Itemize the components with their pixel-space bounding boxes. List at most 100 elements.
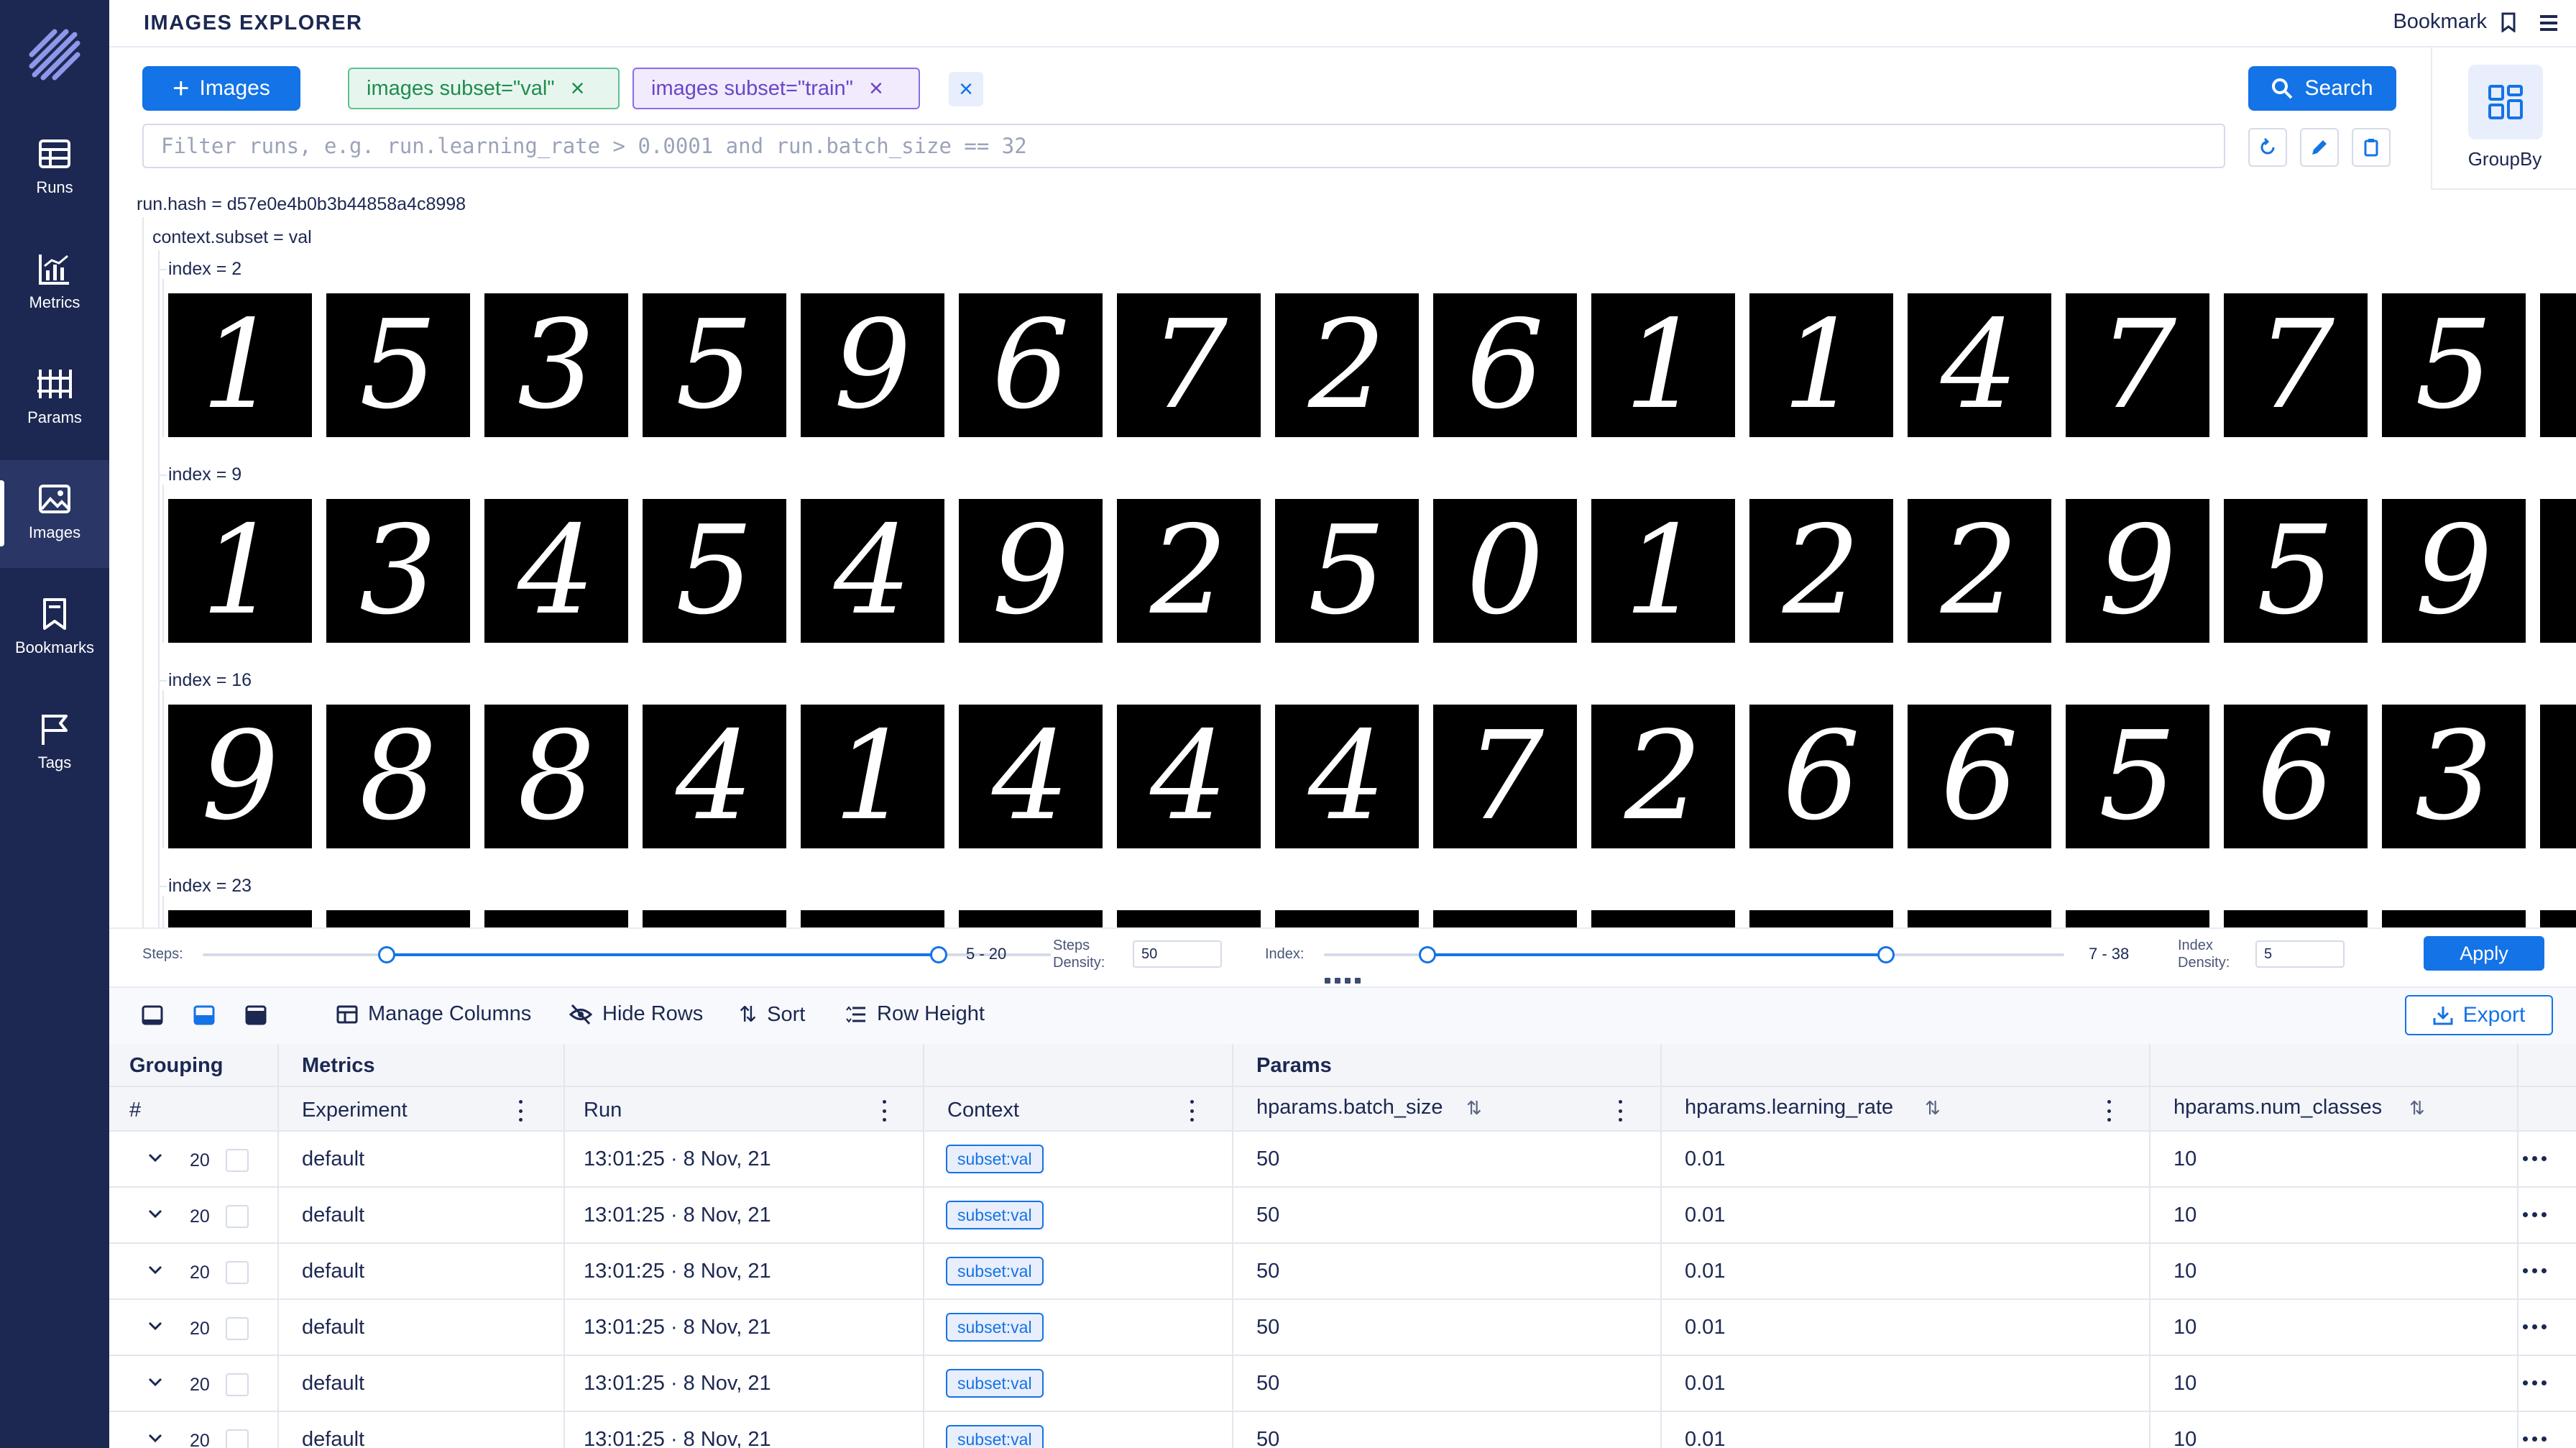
- image-thumbnail[interactable]: 2: [1275, 293, 1419, 437]
- steps-density-input[interactable]: [1133, 940, 1222, 968]
- image-thumbnail[interactable]: [2540, 910, 2576, 927]
- run-cell[interactable]: 13:01:25 · 8 Nov, 21: [584, 1204, 771, 1227]
- groupby-button[interactable]: [2468, 65, 2543, 139]
- query-chip-train[interactable]: images subset="train" ×: [632, 68, 920, 109]
- menu-icon[interactable]: [2536, 10, 2562, 36]
- sidebar-item-runs[interactable]: Runs: [0, 115, 109, 223]
- hide-rows-button[interactable]: Hide Rows: [569, 1002, 703, 1026]
- index-density-input[interactable]: [2255, 940, 2345, 968]
- run-cell[interactable]: 13:01:25 · 8 Nov, 21: [584, 1372, 771, 1396]
- image-thumbnail[interactable]: 1: [1591, 293, 1735, 437]
- image-thumbnail[interactable]: 4: [1117, 705, 1261, 848]
- table-row[interactable]: 20 default 13:01:25 · 8 Nov, 21 subset:val 5…: [109, 1412, 2576, 1448]
- image-thumbnail[interactable]: [1433, 910, 1577, 927]
- steps-slider[interactable]: [203, 946, 1051, 963]
- add-images-button[interactable]: + Images: [142, 66, 300, 111]
- col-num-classes-header[interactable]: hparams.num_classes: [2174, 1096, 2382, 1119]
- row-actions-icon[interactable]: [2523, 1212, 2547, 1217]
- image-thumbnail[interactable]: 7: [2066, 293, 2209, 437]
- steps-slider-max-thumb[interactable]: [930, 946, 947, 963]
- sidebar-item-tags[interactable]: Tags: [0, 690, 109, 798]
- image-thumbnail[interactable]: 5: [326, 293, 470, 437]
- col-index-header[interactable]: #: [129, 1099, 141, 1122]
- column-menu-icon[interactable]: [1189, 1100, 1195, 1122]
- image-thumbnail[interactable]: 0: [1433, 499, 1577, 643]
- image-thumbnail[interactable]: [2540, 499, 2576, 643]
- panel-minimize-icon[interactable]: [141, 1004, 164, 1027]
- image-thumbnail[interactable]: [2540, 705, 2576, 848]
- image-thumbnail[interactable]: [2224, 910, 2368, 927]
- sidebar-item-images[interactable]: Images: [0, 460, 109, 568]
- image-thumbnail[interactable]: 9: [801, 293, 944, 437]
- run-cell[interactable]: 13:01:25 · 8 Nov, 21: [584, 1260, 771, 1283]
- image-thumbnail[interactable]: [959, 910, 1103, 927]
- image-thumbnail[interactable]: 9: [2066, 499, 2209, 643]
- image-thumbnail[interactable]: 6: [1749, 705, 1893, 848]
- col-experiment-header[interactable]: Experiment: [302, 1099, 408, 1122]
- col-learning-rate-header[interactable]: hparams.learning_rate: [1685, 1096, 1893, 1119]
- image-thumbnail[interactable]: 5: [2382, 293, 2526, 437]
- image-thumbnail[interactable]: 3: [484, 293, 628, 437]
- run-cell[interactable]: 13:01:25 · 8 Nov, 21: [584, 1316, 771, 1339]
- manage-columns-button[interactable]: Manage Columns: [336, 1002, 531, 1026]
- sort-icon[interactable]: ⇅: [1466, 1097, 1482, 1119]
- row-checkbox[interactable]: [226, 1205, 249, 1228]
- sidebar-item-bookmarks[interactable]: Bookmarks: [0, 575, 109, 683]
- image-thumbnail[interactable]: 5: [2066, 705, 2209, 848]
- chevron-down-icon[interactable]: [145, 1147, 165, 1168]
- image-thumbnail[interactable]: 6: [1908, 705, 2051, 848]
- apply-button[interactable]: Apply: [2424, 936, 2544, 971]
- reset-query-button[interactable]: [2248, 128, 2287, 167]
- image-thumbnail[interactable]: [801, 910, 944, 927]
- image-thumbnail[interactable]: 7: [1433, 705, 1577, 848]
- image-thumbnail[interactable]: [1275, 910, 1419, 927]
- image-thumbnail[interactable]: 7: [2224, 293, 2368, 437]
- image-thumbnail[interactable]: 1: [168, 293, 312, 437]
- row-checkbox[interactable]: [226, 1149, 249, 1172]
- image-thumbnail[interactable]: 1: [168, 499, 312, 643]
- image-thumbnail[interactable]: 6: [2224, 705, 2368, 848]
- row-actions-icon[interactable]: [2523, 1380, 2547, 1385]
- image-thumbnail[interactable]: 5: [1275, 499, 1419, 643]
- chevron-down-icon[interactable]: [145, 1428, 165, 1448]
- index-slider[interactable]: [1324, 946, 2064, 963]
- image-thumbnail[interactable]: 5: [643, 293, 786, 437]
- close-icon[interactable]: ×: [571, 76, 585, 101]
- image-thumbnail[interactable]: 5: [2224, 499, 2368, 643]
- row-checkbox[interactable]: [226, 1429, 249, 1448]
- image-thumbnail[interactable]: 2: [1591, 705, 1735, 848]
- col-run-header[interactable]: Run: [584, 1099, 622, 1122]
- image-thumbnail[interactable]: 2: [1908, 499, 2051, 643]
- steps-slider-min-thumb[interactable]: [378, 946, 395, 963]
- image-thumbnail[interactable]: 4: [959, 705, 1103, 848]
- row-actions-icon[interactable]: [2523, 1324, 2547, 1329]
- bookmark-button[interactable]: Bookmark: [2393, 10, 2518, 34]
- column-menu-icon[interactable]: [518, 1100, 523, 1122]
- image-thumbnail[interactable]: 4: [1275, 705, 1419, 848]
- image-thumbnail[interactable]: [1749, 910, 1893, 927]
- image-thumbnail[interactable]: 5: [643, 499, 786, 643]
- image-thumbnail[interactable]: [2066, 910, 2209, 927]
- edit-query-button[interactable]: [2300, 128, 2339, 167]
- image-thumbnail[interactable]: 4: [484, 499, 628, 643]
- row-checkbox[interactable]: [226, 1261, 249, 1284]
- image-thumbnail[interactable]: 4: [1908, 293, 2051, 437]
- sort-icon[interactable]: ⇅: [1925, 1097, 1941, 1119]
- search-button[interactable]: Search: [2248, 66, 2396, 111]
- image-thumbnail[interactable]: 1: [1749, 293, 1893, 437]
- image-thumbnail[interactable]: [326, 910, 470, 927]
- image-thumbnail[interactable]: 8: [326, 705, 470, 848]
- table-row[interactable]: 20 default 13:01:25 · 8 Nov, 21 subset:val 5…: [109, 1244, 2576, 1300]
- image-thumbnail[interactable]: [1117, 910, 1261, 927]
- image-thumbnail[interactable]: [2540, 293, 2576, 437]
- table-row[interactable]: 20 default 13:01:25 · 8 Nov, 21 subset:val 5…: [109, 1356, 2576, 1412]
- image-thumbnail[interactable]: [643, 910, 786, 927]
- image-thumbnail[interactable]: 8: [484, 705, 628, 848]
- row-actions-icon[interactable]: [2523, 1156, 2547, 1161]
- row-height-button[interactable]: Row Height: [845, 1002, 985, 1026]
- panel-half-icon[interactable]: [193, 1004, 216, 1027]
- image-thumbnail[interactable]: [484, 910, 628, 927]
- chevron-down-icon[interactable]: [145, 1316, 165, 1336]
- row-actions-icon[interactable]: [2523, 1268, 2547, 1273]
- sort-icon[interactable]: ⇅: [2409, 1097, 2425, 1119]
